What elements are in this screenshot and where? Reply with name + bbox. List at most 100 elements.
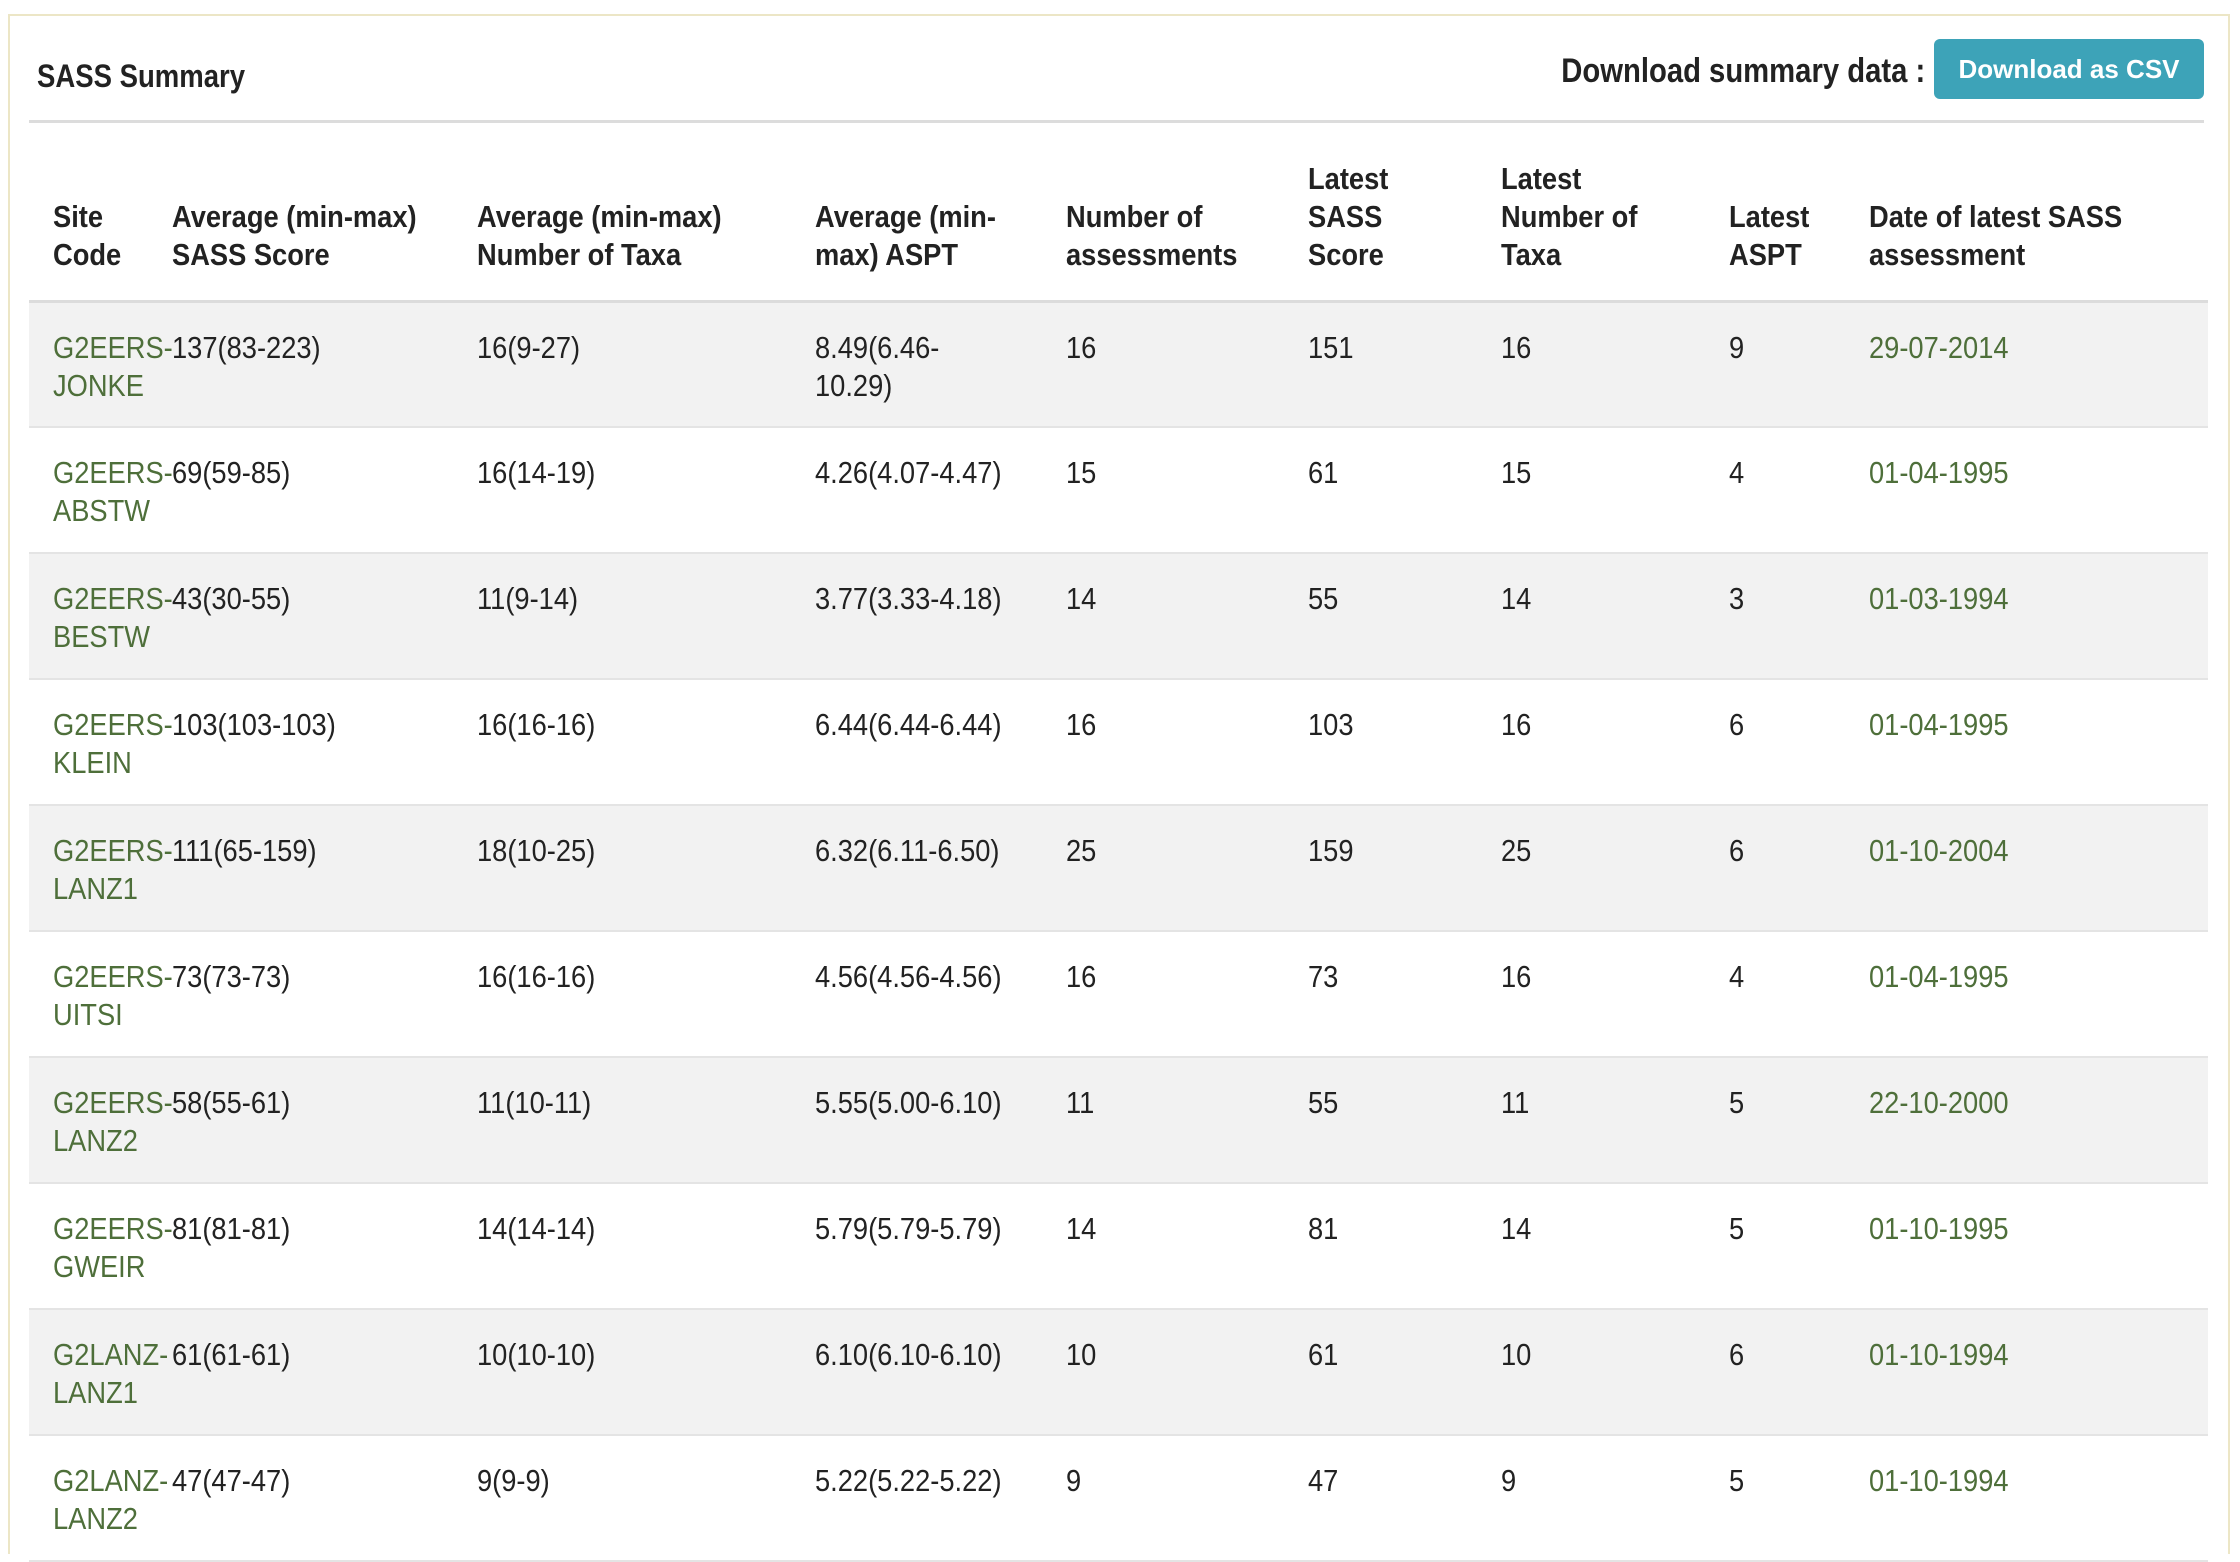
header-latest-sass-score: Latest SASS Score [1284, 123, 1477, 303]
table-cell: 4 [1705, 931, 1845, 1058]
latest-assessment-date-link[interactable]: 29-07-2014 [1869, 329, 2167, 367]
avg-number-of-taxa-cell: 9(9-9) [477, 1463, 550, 1498]
number-of-assessments-cell: 16 [1066, 959, 1097, 994]
table-cell: 01-10-2004 [1845, 805, 2208, 932]
site-code-link[interactable]: G2EERS-GWEIR [53, 1210, 173, 1286]
table-cell: G2LANZ-LANZ1 [29, 1309, 168, 1436]
latest-sass-score-cell: 55 [1308, 1085, 1339, 1120]
avg-aspt-cell: 5.55(5.00-6.10) [815, 1085, 1002, 1120]
avg-sass-score-cell: 103(103-103) [172, 707, 336, 742]
site-code-link[interactable]: G2LANZ-LANZ1 [53, 1336, 168, 1412]
latest-assessment-date-link[interactable]: 01-10-1994 [1869, 1462, 2167, 1500]
header-avg-sass-score: Average (min-max) SASS Score [148, 123, 453, 303]
table-cell: G2EERS-KLEIN [29, 679, 173, 806]
avg-number-of-taxa-cell: 10(10-10) [477, 1337, 596, 1372]
site-code-link[interactable]: G2EERS-KLEIN [53, 706, 173, 782]
latest-aspt-cell: 4 [1729, 959, 1745, 994]
avg-aspt-cell: 5.79(5.79-5.79) [815, 1211, 1002, 1246]
table-cell: 5 [1705, 1183, 1845, 1310]
latest-aspt-cell: 6 [1729, 1337, 1745, 1372]
site-code-link[interactable]: G2EERS-BESTW [53, 580, 173, 656]
avg-number-of-taxa-cell: 16(16-16) [477, 959, 596, 994]
table-cell: 5 [1705, 1057, 1845, 1184]
latest-aspt-cell: 5 [1729, 1211, 1745, 1246]
number-of-assessments-cell: 9 [1066, 1463, 1082, 1498]
table-cell: 01-04-1995 [1845, 931, 2208, 1058]
avg-aspt-cell: 3.77(3.33-4.18) [815, 581, 1002, 616]
table-cell: 61 [1284, 427, 1477, 554]
site-code-link[interactable]: G2EERS-ABSTW [53, 454, 173, 530]
latest-sass-score-cell: 55 [1308, 581, 1339, 616]
latest-sass-score-cell: 159 [1308, 833, 1354, 868]
site-code-link[interactable]: G2LANZ-LANZ2 [53, 1462, 168, 1538]
table-cell: 4.56(4.56-4.56) [791, 931, 1042, 1058]
number-of-assessments-cell: 16 [1066, 707, 1097, 742]
table-cell: 11 [1477, 1057, 1705, 1184]
table-cell: 81(81-81) [148, 1183, 453, 1310]
table-row: G2EERS-LANZ1 111(65-159) 18(10-25) 6.32(6.1… [29, 805, 2208, 932]
table-cell: 16(16-16) [453, 679, 791, 806]
table-cell: 9 [1477, 1435, 1705, 1562]
table-cell: G2EERS-UITSI [29, 931, 173, 1058]
latest-assessment-date-link[interactable]: 01-04-1995 [1869, 958, 2167, 996]
table-row: G2EERS-UITSI 73(73-73) 16(16-16) 4.56(4.56-… [29, 931, 2208, 1058]
latest-sass-score-cell: 61 [1308, 1337, 1339, 1372]
panel-header: SASS Summary Download summary data : Dow… [29, 16, 2204, 123]
latest-assessment-date-link[interactable]: 01-04-1995 [1869, 454, 2167, 492]
table-cell: 103 [1284, 679, 1477, 806]
table-cell: 4.26(4.07-4.47) [791, 427, 1042, 554]
latest-number-of-taxa-cell: 15 [1501, 455, 1532, 490]
latest-assessment-date-link[interactable]: 01-10-1994 [1869, 1336, 2167, 1374]
site-code-link[interactable]: G2EERS-LANZ1 [53, 832, 173, 908]
table-cell: 81 [1284, 1183, 1477, 1310]
download-csv-button[interactable]: Download as CSV [1934, 39, 2204, 99]
table-cell: 55 [1284, 1057, 1477, 1184]
latest-aspt-cell: 9 [1729, 329, 1745, 365]
table-cell: 61(61-61) [148, 1309, 453, 1436]
latest-assessment-date-link[interactable]: 01-03-1994 [1869, 580, 2167, 618]
table-cell: 69(59-85) [148, 427, 453, 554]
table-row: G2EERS-BESTW 43(30-55) 11(9-14) 3.77(3.33-4… [29, 553, 2208, 680]
site-code-link[interactable]: G2EERS-JONKE [53, 329, 173, 405]
table-cell: 10(10-10) [453, 1309, 791, 1436]
latest-sass-score-cell: 61 [1308, 455, 1339, 490]
table-cell: 11 [1042, 1057, 1284, 1184]
table-cell: 111(65-159) [148, 805, 453, 932]
panel-title: SASS Summary [37, 58, 246, 94]
latest-number-of-taxa-cell: 14 [1501, 581, 1532, 616]
table-cell: 6.10(6.10-6.10) [791, 1309, 1042, 1436]
table-cell: 14 [1477, 553, 1705, 680]
site-code-link[interactable]: G2EERS-LANZ2 [53, 1084, 173, 1160]
number-of-assessments-cell: 14 [1066, 1211, 1097, 1246]
latest-sass-score-cell: 103 [1308, 707, 1354, 742]
latest-assessment-date-link[interactable]: 01-10-1995 [1869, 1210, 2167, 1248]
avg-number-of-taxa-cell: 16(9-27) [477, 329, 581, 365]
table-cell: 9 [1705, 301, 1845, 428]
header-latest-number-of-taxa: Latest Number of Taxa [1477, 123, 1705, 303]
avg-number-of-taxa-cell: 14(14-14) [477, 1211, 596, 1246]
table-row: G2EERS-JONKE 137(83-223) 16(9-27) 8.49(6.46… [29, 301, 2208, 428]
table-cell: 16 [1042, 679, 1284, 806]
latest-assessment-date-link[interactable]: 22-10-2000 [1869, 1084, 2167, 1122]
avg-aspt-cell: 5.22(5.22-5.22) [815, 1463, 1002, 1498]
site-code-link[interactable]: G2EERS-UITSI [53, 958, 173, 1034]
sass-summary-panel: SASS Summary Download summary data : Dow… [8, 14, 2230, 1562]
table-cell: 55 [1284, 553, 1477, 680]
table-row: G2EERS-GWEIR 81(81-81) 14(14-14) 5.79(5.79-… [29, 1183, 2208, 1310]
table-cell: 10 [1042, 1309, 1284, 1436]
avg-sass-score-cell: 43(30-55) [172, 581, 291, 616]
table-cell: 01-04-1995 [1845, 427, 2208, 554]
latest-aspt-cell: 3 [1729, 581, 1745, 616]
avg-sass-score-cell: 81(81-81) [172, 1211, 291, 1246]
table-cell: 9 [1042, 1435, 1284, 1562]
number-of-assessments-cell: 15 [1066, 455, 1097, 490]
download-summary-label: Download summary data : [1561, 52, 1925, 90]
latest-assessment-date-link[interactable]: 01-04-1995 [1869, 706, 2167, 744]
table-cell: 25 [1042, 805, 1284, 932]
table-cell: 6 [1705, 679, 1845, 806]
table-cell: 73(73-73) [148, 931, 453, 1058]
latest-assessment-date-link[interactable]: 01-10-2004 [1869, 832, 2167, 870]
table-cell: 137(83-223) [148, 301, 453, 428]
header-date-latest-assessment: Date of latest SASS assessment [1845, 123, 2208, 303]
table-cell: 6 [1705, 1309, 1845, 1436]
